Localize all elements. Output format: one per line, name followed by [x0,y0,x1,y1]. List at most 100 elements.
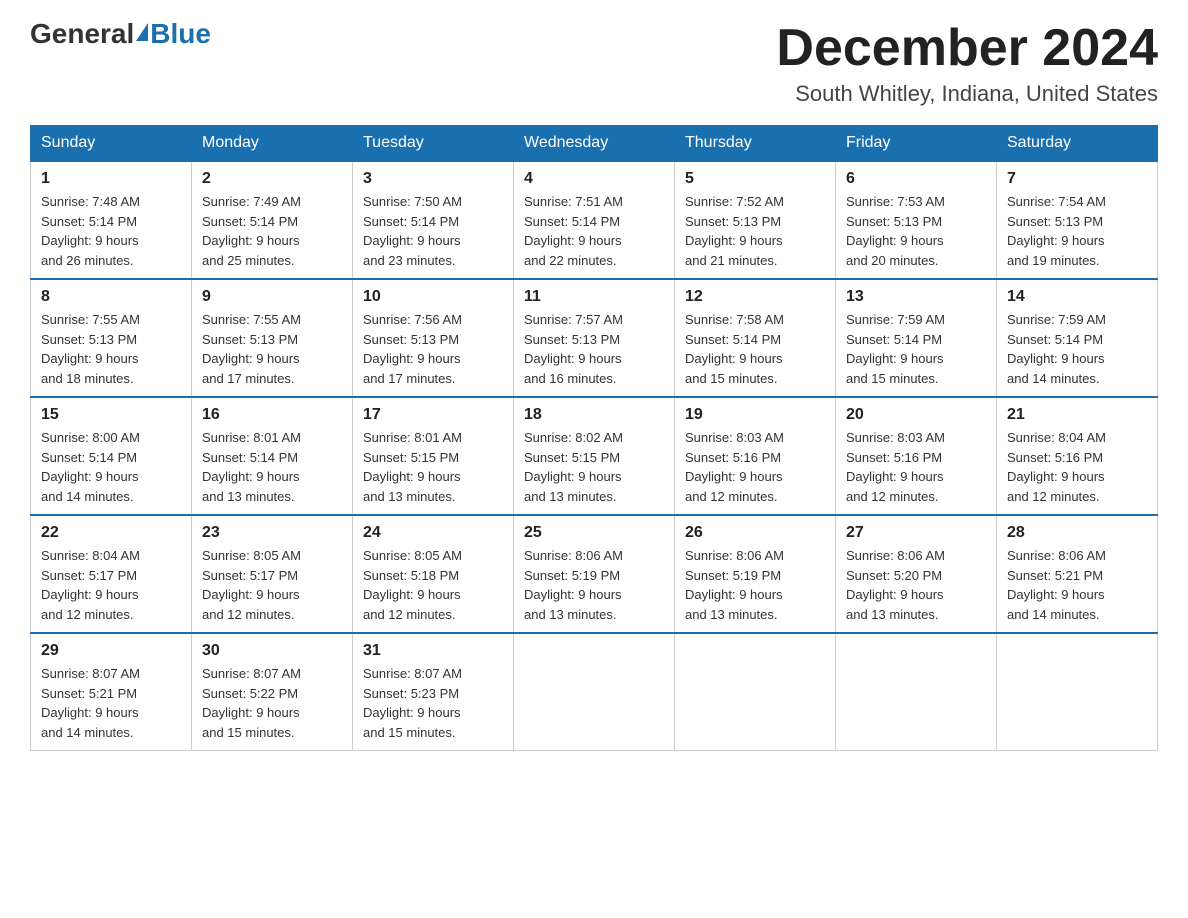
day-info: Sunrise: 7:52 AMSunset: 5:13 PMDaylight:… [685,192,825,270]
calendar-cell: 23Sunrise: 8:05 AMSunset: 5:17 PMDayligh… [192,515,353,633]
calendar-cell: 19 Sunrise: 8:03 AMSunset: 5:16 PMDayligh… [675,397,836,515]
day-info: Sunrise: 7:50 AMSunset: 5:14 PMDaylight:… [363,192,503,270]
day-info: Sunrise: 8:02 AMSunset: 5:15 PMDaylight:… [524,428,664,506]
calendar-cell: 21 Sunrise: 8:04 AMSunset: 5:16 PMDayligh… [997,397,1158,515]
day-number: 27 [846,524,986,542]
day-number: 30 [202,642,342,660]
calendar-cell: 1Sunrise: 7:48 AMSunset: 5:14 PMDaylight… [31,161,192,279]
calendar-cell: 26Sunrise: 8:06 AMSunset: 5:19 PMDayligh… [675,515,836,633]
calendar-cell [514,633,675,751]
day-number: 29 [41,642,181,660]
day-number: 14 [1007,288,1147,306]
column-header-sunday: Sunday [31,126,192,162]
day-number: 7 [1007,170,1147,188]
day-number: 20 [846,406,986,424]
day-info: Sunrise: 7:55 AMSunset: 5:13 PMDaylight:… [41,310,181,388]
day-info: Sunrise: 8:01 AMSunset: 5:14 PMDaylight:… [202,428,342,506]
day-number: 10 [363,288,503,306]
day-info: Sunrise: 8:03 AMSunset: 5:16 PMDaylight:… [846,428,986,506]
calendar-cell: 5 Sunrise: 7:52 AMSunset: 5:13 PMDaylight… [675,161,836,279]
column-header-monday: Monday [192,126,353,162]
day-info: Sunrise: 8:04 AMSunset: 5:16 PMDaylight:… [1007,428,1147,506]
calendar-cell: 9Sunrise: 7:55 AMSunset: 5:13 PMDaylight… [192,279,353,397]
calendar-cell: 8 Sunrise: 7:55 AMSunset: 5:13 PMDaylight… [31,279,192,397]
day-number: 31 [363,642,503,660]
calendar-header-row: SundayMondayTuesdayWednesdayThursdayFrid… [31,126,1158,162]
calendar-cell: 15 Sunrise: 8:00 AMSunset: 5:14 PMDayligh… [31,397,192,515]
day-info: Sunrise: 7:54 AMSunset: 5:13 PMDaylight:… [1007,192,1147,270]
day-number: 5 [685,170,825,188]
day-info: Sunrise: 7:57 AMSunset: 5:13 PMDaylight:… [524,310,664,388]
calendar-cell: 11 Sunrise: 7:57 AMSunset: 5:13 PMDayligh… [514,279,675,397]
logo-triangle-icon [136,23,148,41]
calendar-cell: 16Sunrise: 8:01 AMSunset: 5:14 PMDayligh… [192,397,353,515]
calendar-cell: 7 Sunrise: 7:54 AMSunset: 5:13 PMDaylight… [997,161,1158,279]
day-number: 21 [1007,406,1147,424]
day-info: Sunrise: 7:58 AMSunset: 5:14 PMDaylight:… [685,310,825,388]
calendar-week-row: 1Sunrise: 7:48 AMSunset: 5:14 PMDaylight… [31,161,1158,279]
page-header: General Blue December 2024 South Whitley… [30,20,1158,107]
calendar-cell: 18 Sunrise: 8:02 AMSunset: 5:15 PMDayligh… [514,397,675,515]
day-info: Sunrise: 8:00 AMSunset: 5:14 PMDaylight:… [41,428,181,506]
day-number: 6 [846,170,986,188]
day-number: 11 [524,288,664,306]
day-number: 18 [524,406,664,424]
logo-blue-text: Blue [150,20,211,48]
title-area: December 2024 South Whitley, Indiana, Un… [776,20,1158,107]
day-number: 28 [1007,524,1147,542]
calendar-cell: 4Sunrise: 7:51 AMSunset: 5:14 PMDaylight… [514,161,675,279]
calendar-cell: 30 Sunrise: 8:07 AMSunset: 5:22 PMDayligh… [192,633,353,751]
day-info: Sunrise: 8:06 AMSunset: 5:21 PMDaylight:… [1007,546,1147,624]
day-number: 12 [685,288,825,306]
day-info: Sunrise: 7:59 AMSunset: 5:14 PMDaylight:… [846,310,986,388]
calendar-cell [836,633,997,751]
day-info: Sunrise: 7:56 AMSunset: 5:13 PMDaylight:… [363,310,503,388]
day-info: Sunrise: 8:01 AMSunset: 5:15 PMDaylight:… [363,428,503,506]
calendar-cell: 25 Sunrise: 8:06 AMSunset: 5:19 PMDayligh… [514,515,675,633]
column-header-wednesday: Wednesday [514,126,675,162]
day-info: Sunrise: 8:07 AMSunset: 5:22 PMDaylight:… [202,664,342,742]
column-header-thursday: Thursday [675,126,836,162]
day-number: 3 [363,170,503,188]
calendar-cell: 29 Sunrise: 8:07 AMSunset: 5:21 PMDayligh… [31,633,192,751]
day-info: Sunrise: 8:07 AMSunset: 5:21 PMDaylight:… [41,664,181,742]
calendar-cell: 20 Sunrise: 8:03 AMSunset: 5:16 PMDayligh… [836,397,997,515]
calendar-week-row: 15 Sunrise: 8:00 AMSunset: 5:14 PMDayligh… [31,397,1158,515]
logo: General Blue [30,20,211,48]
day-info: Sunrise: 8:07 AMSunset: 5:23 PMDaylight:… [363,664,503,742]
calendar-cell [997,633,1158,751]
day-info: Sunrise: 7:49 AMSunset: 5:14 PMDaylight:… [202,192,342,270]
calendar-week-row: 8 Sunrise: 7:55 AMSunset: 5:13 PMDaylight… [31,279,1158,397]
day-info: Sunrise: 7:53 AMSunset: 5:13 PMDaylight:… [846,192,986,270]
calendar-table: SundayMondayTuesdayWednesdayThursdayFrid… [30,125,1158,751]
calendar-cell: 2 Sunrise: 7:49 AMSunset: 5:14 PMDaylight… [192,161,353,279]
day-number: 26 [685,524,825,542]
month-title: December 2024 [776,20,1158,77]
day-number: 15 [41,406,181,424]
calendar-week-row: 29 Sunrise: 8:07 AMSunset: 5:21 PMDayligh… [31,633,1158,751]
day-number: 25 [524,524,664,542]
day-info: Sunrise: 8:06 AMSunset: 5:19 PMDaylight:… [524,546,664,624]
day-number: 22 [41,524,181,542]
calendar-cell: 27 Sunrise: 8:06 AMSunset: 5:20 PMDayligh… [836,515,997,633]
day-number: 24 [363,524,503,542]
day-info: Sunrise: 7:59 AMSunset: 5:14 PMDaylight:… [1007,310,1147,388]
day-number: 19 [685,406,825,424]
calendar-cell [675,633,836,751]
calendar-cell: 10 Sunrise: 7:56 AMSunset: 5:13 PMDayligh… [353,279,514,397]
calendar-cell: 17 Sunrise: 8:01 AMSunset: 5:15 PMDayligh… [353,397,514,515]
calendar-week-row: 22 Sunrise: 8:04 AMSunset: 5:17 PMDayligh… [31,515,1158,633]
calendar-cell: 6 Sunrise: 7:53 AMSunset: 5:13 PMDaylight… [836,161,997,279]
day-info: Sunrise: 8:03 AMSunset: 5:16 PMDaylight:… [685,428,825,506]
location-title: South Whitley, Indiana, United States [776,81,1158,107]
day-number: 2 [202,170,342,188]
day-info: Sunrise: 7:51 AMSunset: 5:14 PMDaylight:… [524,192,664,270]
day-number: 17 [363,406,503,424]
day-info: Sunrise: 7:48 AMSunset: 5:14 PMDaylight:… [41,192,181,270]
day-number: 8 [41,288,181,306]
day-info: Sunrise: 8:04 AMSunset: 5:17 PMDaylight:… [41,546,181,624]
day-number: 13 [846,288,986,306]
calendar-cell: 31 Sunrise: 8:07 AMSunset: 5:23 PMDayligh… [353,633,514,751]
day-number: 23 [202,524,342,542]
day-info: Sunrise: 8:06 AMSunset: 5:20 PMDaylight:… [846,546,986,624]
